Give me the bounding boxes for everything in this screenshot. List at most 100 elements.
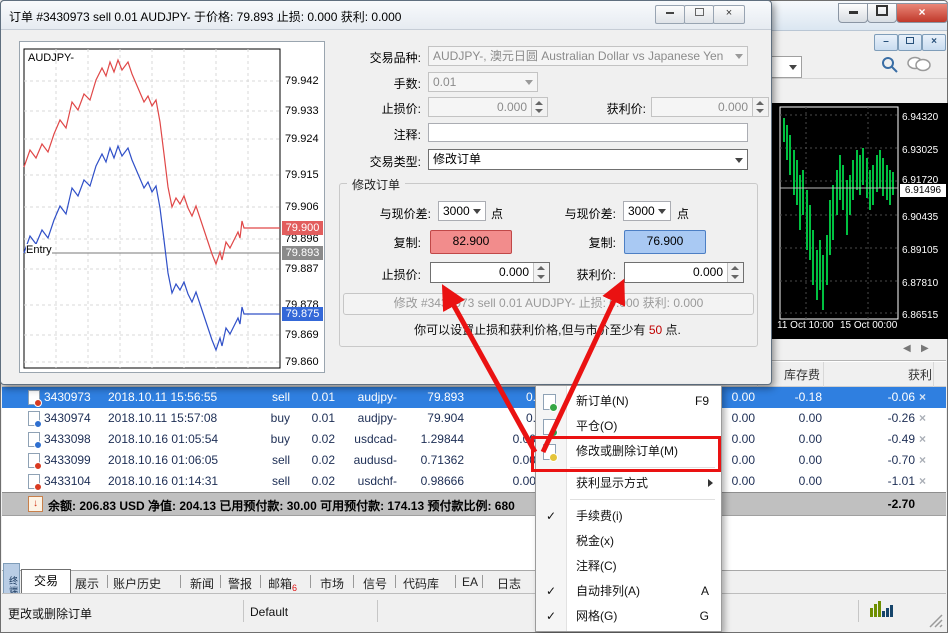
sell-order-icon	[28, 474, 40, 489]
close-position-icon[interactable]: ×	[919, 471, 926, 492]
chevron-down-icon	[473, 209, 481, 214]
order-type: sell	[238, 450, 290, 471]
menu-item-auto-arrange[interactable]: ✓自动排列(A)A	[536, 579, 721, 604]
price-label: 79.869	[285, 329, 319, 341]
points-label-left: 点	[491, 205, 503, 222]
tab-codebase[interactable]: 代码库	[403, 575, 439, 592]
order-symbol: usdcad-	[340, 429, 397, 450]
menu-item-commission[interactable]: ✓手续费(i)	[536, 504, 721, 529]
dialog-title: 订单 #3430973 sell 0.01 AUDJPY- 于价格: 79.89…	[9, 8, 401, 25]
market-chart[interactable]: 6.94320 6.93025 6.91720 6.91496 6.90435 …	[772, 103, 948, 339]
order-time: 2018.10.11 15:56:55	[108, 387, 217, 408]
main-maximize-button[interactable]	[867, 3, 897, 23]
child-close-button[interactable]: ×	[922, 34, 946, 51]
close-icon: ×	[726, 7, 732, 19]
volume-label: 手数:	[321, 75, 421, 92]
copy-sl-price-button[interactable]: 82.900	[430, 230, 512, 254]
group-tp-input[interactable]: 0.000	[624, 262, 744, 283]
menu-item-grid[interactable]: ✓网格(G)G	[536, 604, 721, 629]
balance-summary: 余额: 206.83 USD 净值: 204.13 已用预付款: 30.00 可…	[48, 497, 515, 514]
price-label: 79.924	[285, 133, 319, 145]
table-row[interactable]: 3430974 2018.10.11 15:57:08 buy 0.01 aud…	[2, 408, 946, 430]
scroll-right-icon[interactable]: ▶	[921, 343, 929, 354]
check-icon: ✓	[546, 604, 556, 629]
status-message: 更改或删除订单	[8, 605, 92, 622]
tab-news[interactable]: 新闻	[190, 575, 214, 592]
chevron-down-icon	[735, 158, 743, 163]
order-type-select[interactable]: 修改订单	[428, 149, 748, 170]
tab-journal[interactable]: 日志	[497, 575, 521, 592]
connection-status-icon	[870, 601, 894, 617]
copy-label-left: 复制:	[331, 234, 421, 251]
status-divider	[377, 600, 378, 622]
order-price: 0.98666	[398, 471, 464, 492]
order-price: 79.893	[398, 387, 464, 408]
chevron-down-icon	[735, 54, 743, 59]
chat-icon[interactable]	[906, 55, 932, 75]
menu-item-comment[interactable]: 注释(C)	[536, 554, 721, 579]
tab-ea[interactable]: EA	[462, 575, 478, 589]
resize-grip[interactable]	[928, 613, 944, 629]
order-price: 79.904	[398, 408, 464, 429]
menu-item-profit-display[interactable]: 获利显示方式	[536, 471, 721, 496]
table-row[interactable]: 3433099 2018.10.16 01:06:05 sell 0.02 au…	[2, 450, 946, 472]
child-minimize-button[interactable]: –	[874, 34, 898, 51]
main-close-button[interactable]: ×	[896, 3, 948, 23]
restore-icon	[906, 37, 914, 44]
restore-icon	[695, 8, 704, 16]
close-position-icon[interactable]: ×	[919, 450, 926, 471]
scroll-left-icon[interactable]: ◀	[903, 343, 911, 354]
close-position-icon[interactable]: ×	[919, 429, 926, 450]
main-minimize-button[interactable]	[838, 3, 868, 23]
status-profile[interactable]: Default	[250, 605, 288, 619]
order-lots: 0.02	[295, 471, 335, 492]
tab-market[interactable]: 市场	[320, 575, 344, 592]
tab-exposure[interactable]: 展示	[75, 575, 99, 592]
dialog-minimize-button[interactable]	[655, 5, 685, 24]
table-row[interactable]: 3433098 2018.10.16 01:05:54 buy 0.02 usd…	[2, 429, 946, 451]
volume-select: 0.01	[428, 72, 538, 92]
price-label: 6.94320	[902, 112, 938, 123]
dialog-restore-button[interactable]	[684, 5, 714, 24]
dialog-close-button[interactable]: ×	[713, 5, 745, 24]
annotation-highlight-box	[531, 436, 721, 472]
close-position-icon[interactable]: ×	[919, 408, 926, 429]
order-type: buy	[238, 429, 290, 450]
close-icon: ×	[918, 5, 925, 19]
search-icon[interactable]	[880, 55, 900, 75]
order-price: 1.29844	[398, 429, 464, 450]
table-row[interactable]: 3433104 2018.10.16 01:14:31 sell 0.02 us…	[2, 471, 946, 493]
tab-trade[interactable]: 交易	[21, 569, 71, 594]
menu-item-tax[interactable]: 税金(x)	[536, 529, 721, 554]
takeprofit-input: 0.000	[651, 97, 769, 117]
diff-select-right[interactable]: 3000	[623, 201, 671, 221]
menu-item-new-order[interactable]: 新订单(N)F9	[536, 389, 721, 414]
tab-account-history[interactable]: 账户历史	[113, 575, 161, 592]
order-symbol: audjpy-	[340, 408, 397, 429]
diff-select-left[interactable]: 3000	[438, 201, 486, 221]
spinner-arrows-icon	[531, 98, 547, 116]
child-restore-button[interactable]	[898, 34, 922, 51]
column-header-profit[interactable]: 获利	[826, 366, 932, 383]
new-order-icon	[543, 394, 556, 410]
takeprofit-label: 获利价:	[546, 100, 646, 117]
group-tp-label: 获利价:	[526, 266, 616, 283]
stoploss-input: 0.000	[428, 97, 548, 117]
menu-separator	[570, 499, 715, 500]
table-row[interactable]: 3430973 2018.10.11 15:56:55 sell 0.01 au…	[2, 387, 946, 409]
close-position-icon[interactable]: ×	[919, 387, 926, 408]
buy-order-icon	[28, 411, 40, 426]
group-title: 修改订单	[347, 176, 405, 193]
tab-signals[interactable]: 信号	[363, 575, 387, 592]
modify-order-button[interactable]: 修改 #3430973 sell 0.01 AUDJPY- 止损: 0.000 …	[343, 293, 754, 315]
order-symbol: audusd-	[340, 450, 397, 471]
order-id: 3433104	[44, 471, 91, 492]
copy-tp-price-button[interactable]: 76.900	[624, 230, 706, 254]
order-symbol: audjpy-	[340, 387, 397, 408]
order-symbol: usdchf-	[340, 471, 397, 492]
tick-chart[interactable]: AUDJPY- Entry 79.942 79.933 79.924 79.91…	[19, 41, 325, 373]
tab-alerts[interactable]: 警报	[228, 575, 252, 592]
order-lots: 0.01	[295, 387, 335, 408]
comment-input[interactable]	[428, 123, 748, 142]
tab-mailbox[interactable]: 邮箱6	[268, 575, 297, 592]
